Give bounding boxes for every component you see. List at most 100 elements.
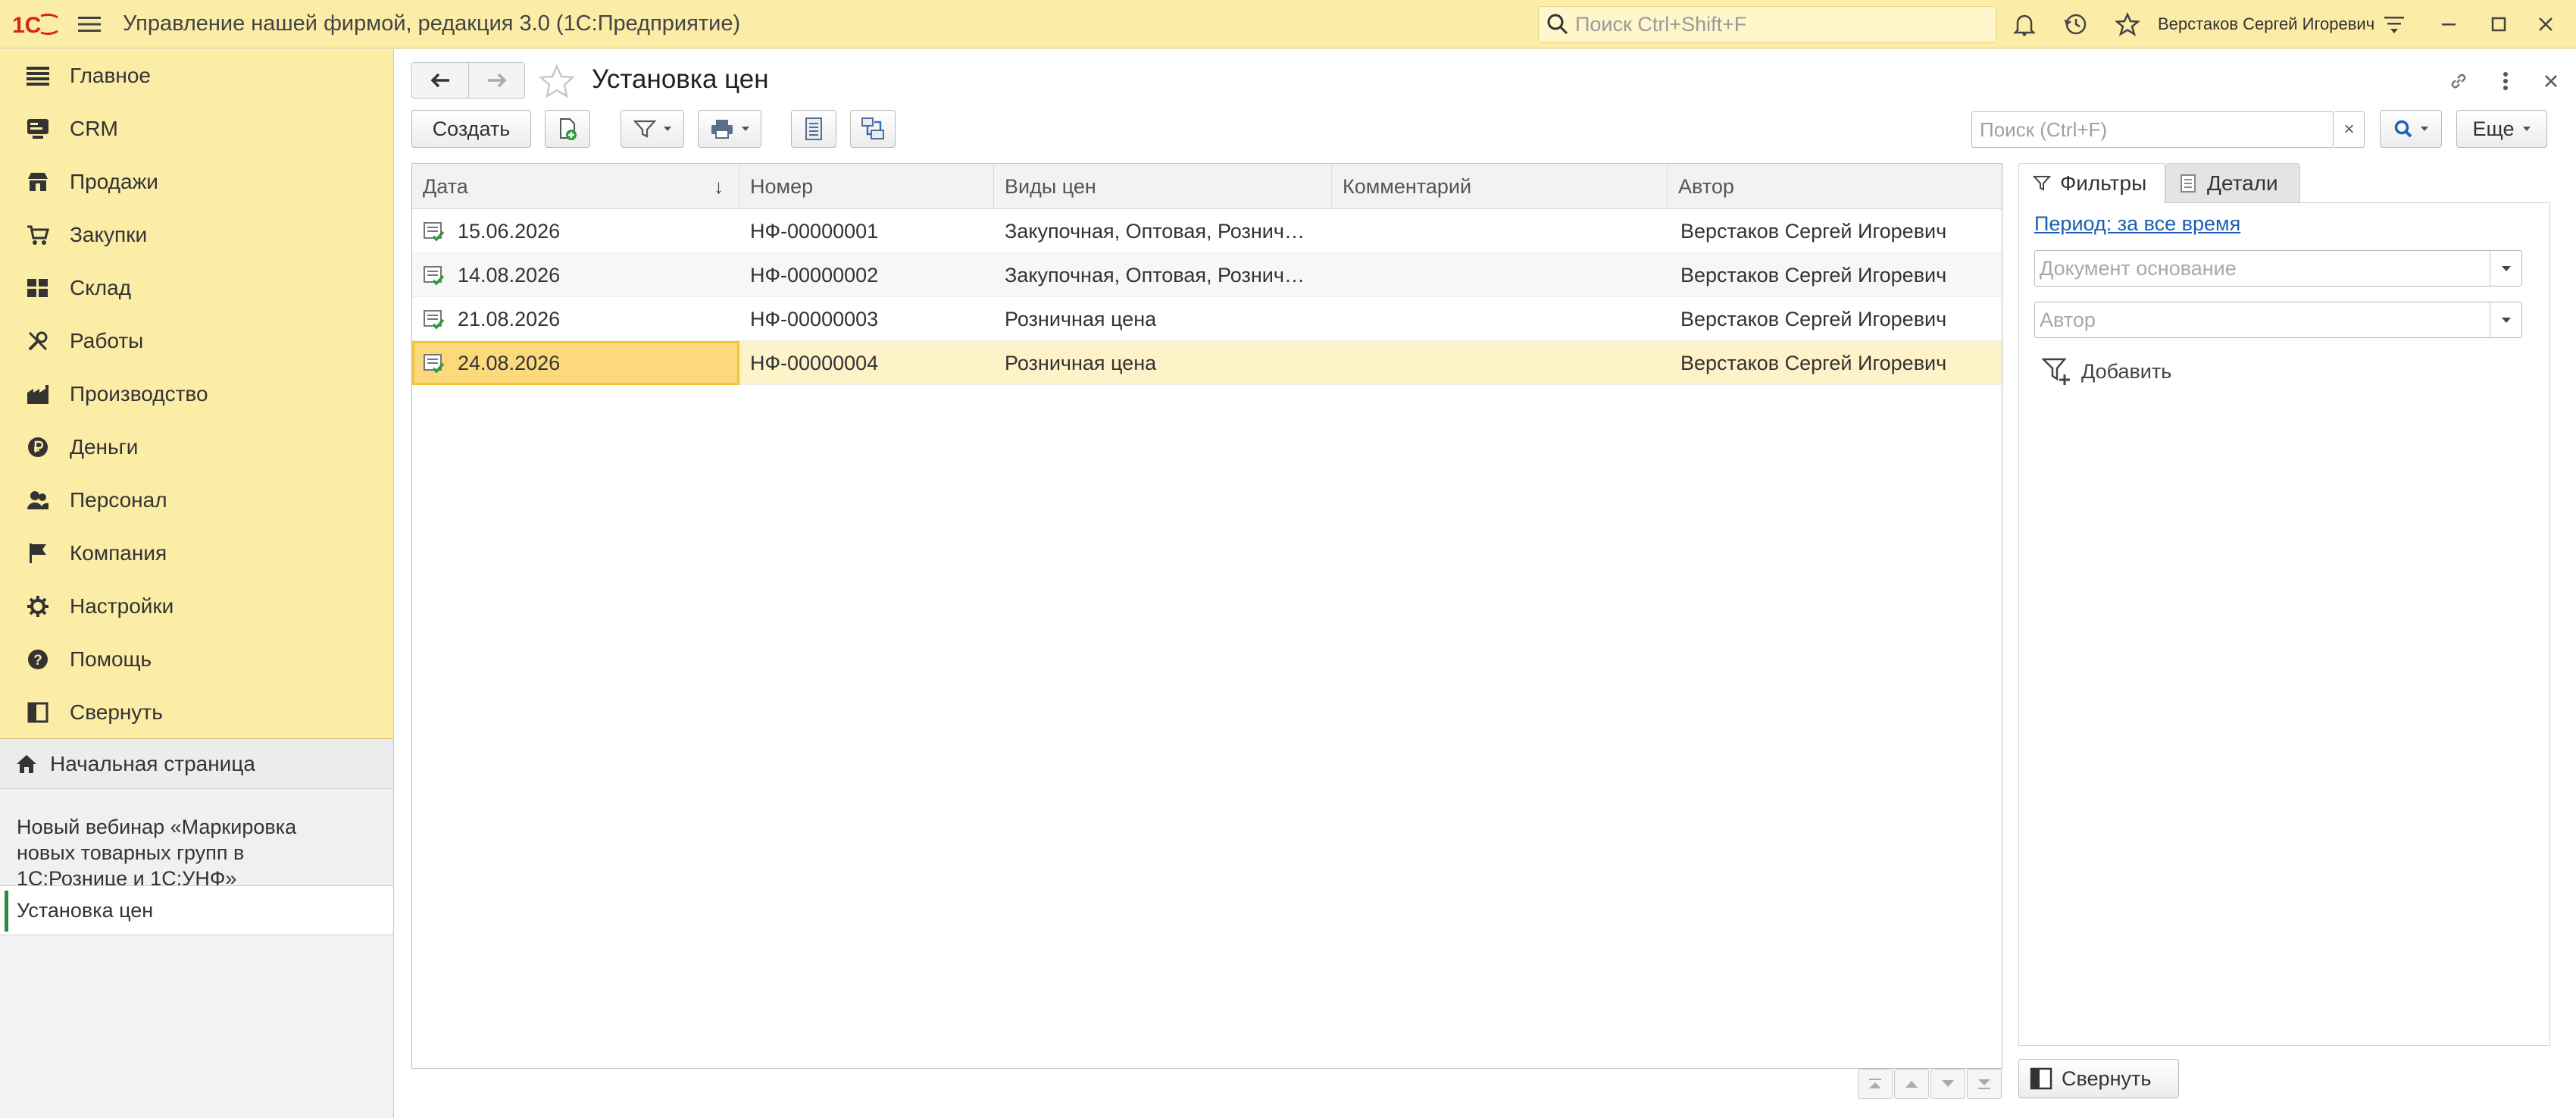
favorite-star-icon[interactable]	[538, 63, 576, 99]
settings-icon[interactable]	[2379, 9, 2409, 39]
cell-comment[interactable]	[1343, 253, 1668, 297]
sidebar-item-label: Персонал	[70, 488, 167, 512]
dropdown-arrow-icon[interactable]	[2490, 302, 2521, 337]
history-icon[interactable]	[2061, 9, 2091, 39]
link-icon[interactable]	[2442, 64, 2475, 98]
cell-comment[interactable]	[1343, 297, 1668, 341]
table-row-selected[interactable]: 24.08.2026 НФ-00000004 Розничная цена Ве…	[412, 341, 2002, 385]
open-window-price-setting[interactable]: Установка цен	[0, 885, 393, 935]
column-header-comment[interactable]: Комментарий	[1332, 164, 1668, 209]
bell-icon[interactable]	[2009, 9, 2040, 39]
print-dropdown-button[interactable]	[698, 110, 761, 148]
column-header-date[interactable]: Дата ↓	[412, 164, 739, 209]
minimize-icon[interactable]	[2434, 9, 2464, 39]
cell-price-types[interactable]: Розничная цена	[1005, 297, 1332, 341]
sidebar-item-main[interactable]: Главное	[0, 49, 393, 102]
filters-panel: Фильтры Детали Период: за все время Доку…	[2018, 163, 2550, 1046]
add-filter-button[interactable]: Добавить	[2042, 356, 2171, 387]
scroll-down-button[interactable]	[1930, 1069, 1965, 1099]
table-row[interactable]: 15.06.2026 НФ-00000001 Закупочная, Оптов…	[412, 209, 2002, 253]
cell-author[interactable]: Верстаков Сергей Игоревич	[1680, 297, 2002, 341]
scroll-to-bottom-button[interactable]	[1967, 1069, 2002, 1099]
create-copy-button[interactable]	[545, 110, 590, 148]
period-link[interactable]: Период: за все время	[2034, 212, 2240, 236]
search-dropdown-button[interactable]	[2380, 110, 2442, 148]
cell-price-types[interactable]: Закупочная, Оптовая, Рознич…	[1005, 209, 1332, 253]
close-form-icon[interactable]	[2534, 64, 2568, 98]
sidebar-item-label: Закупки	[70, 223, 148, 246]
basis-document-field[interactable]: Документ основание	[2034, 250, 2522, 287]
more-actions-button[interactable]: Еще	[2456, 110, 2547, 148]
cell-date[interactable]: 15.06.2026	[412, 209, 739, 253]
table-row[interactable]: 14.08.2026 НФ-00000002 Закупочная, Оптов…	[412, 253, 2002, 297]
column-header-label: Номер	[750, 174, 814, 198]
sidebar-item-company[interactable]: Компания	[0, 527, 393, 580]
sidebar-item-crm[interactable]: CRM	[0, 102, 393, 155]
cell-author[interactable]: Верстаков Сергей Игоревич	[1680, 209, 2002, 253]
webinar-line: Новый вебинар «Маркировка	[17, 816, 297, 838]
table-row[interactable]: 21.08.2026 НФ-00000003 Розничная цена Ве…	[412, 297, 2002, 341]
sidebar-item-label: Помощь	[70, 647, 152, 671]
cell-price-types[interactable]: Розничная цена	[1005, 341, 1332, 385]
app-title: Управление нашей фирмой, редакция 3.0 (1…	[123, 11, 741, 36]
structure-button[interactable]	[850, 110, 896, 148]
scroll-up-button[interactable]	[1894, 1069, 1929, 1099]
cell-price-types[interactable]: Закупочная, Оптовая, Рознич…	[1005, 253, 1332, 297]
cell-number[interactable]: НФ-00000001	[750, 209, 994, 253]
column-header-author[interactable]: Автор	[1668, 164, 2002, 209]
tab-details[interactable]: Детали	[2165, 163, 2300, 202]
column-header-label: Автор	[1678, 174, 1734, 198]
filter-dropdown-button[interactable]	[621, 110, 684, 148]
global-search-input[interactable]: Поиск Ctrl+Shift+F	[1538, 6, 1996, 42]
home-page-link[interactable]: Начальная страница	[0, 739, 393, 789]
list-icon	[23, 61, 53, 91]
collapse-panel-button[interactable]: Свернуть	[2018, 1059, 2179, 1098]
1c-logo[interactable]: 1С	[6, 0, 67, 49]
maximize-icon[interactable]	[2484, 9, 2514, 39]
forward-button[interactable]	[468, 63, 524, 98]
date-value: 21.08.2026	[458, 307, 561, 330]
sidebar-item-label: Производство	[70, 382, 208, 406]
back-button[interactable]	[412, 63, 468, 98]
cell-comment[interactable]	[1343, 341, 1668, 385]
sidebar-item-settings[interactable]: Настройки	[0, 580, 393, 633]
cell-comment[interactable]	[1343, 209, 1668, 253]
column-header-price-types[interactable]: Виды цен	[994, 164, 1332, 209]
sort-descending-icon: ↓	[714, 174, 724, 198]
tab-filters[interactable]: Фильтры	[2018, 163, 2165, 203]
cell-author[interactable]: Верстаков Сергей Игоревич	[1680, 341, 2002, 385]
sidebar-item-collapse[interactable]: Свернуть	[0, 686, 393, 739]
menu-icon[interactable]	[67, 0, 112, 49]
more-vertical-icon[interactable]	[2489, 64, 2522, 98]
sidebar-item-purchases[interactable]: Закупки	[0, 208, 393, 261]
star-icon[interactable]	[2112, 9, 2143, 39]
user-name[interactable]: Верстаков Сергей Игоревич	[2158, 0, 2374, 49]
cell-number[interactable]: НФ-00000003	[750, 297, 994, 341]
cell-date[interactable]: 24.08.2026	[412, 341, 739, 385]
scroll-to-top-button[interactable]	[1858, 1069, 1893, 1099]
sidebar-item-works[interactable]: Работы	[0, 315, 393, 368]
dropdown-arrow-icon[interactable]	[2490, 251, 2521, 286]
search-clear-button[interactable]: ×	[2334, 111, 2365, 148]
sidebar-item-warehouse[interactable]: Склад	[0, 261, 393, 315]
cell-date[interactable]: 14.08.2026	[412, 253, 739, 297]
cell-author[interactable]: Верстаков Сергей Игоревич	[1680, 253, 2002, 297]
list-search-input[interactable]: Поиск (Ctrl+F)	[1971, 111, 2334, 148]
cell-date[interactable]: 21.08.2026	[412, 297, 739, 341]
cart-icon	[23, 220, 53, 250]
people-icon	[23, 485, 53, 515]
copy-document-icon	[556, 117, 579, 141]
author-field[interactable]: Автор	[2034, 302, 2522, 338]
column-header-number[interactable]: Номер	[739, 164, 994, 209]
sidebar-item-production[interactable]: Производство	[0, 368, 393, 421]
sidebar-item-money[interactable]: Деньги	[0, 421, 393, 474]
tab-label: Фильтры	[2060, 171, 2147, 195]
close-icon[interactable]	[2531, 9, 2561, 39]
create-button[interactable]: Создать	[411, 110, 531, 148]
sidebar-item-help[interactable]: ? Помощь	[0, 633, 393, 686]
sidebar-item-staff[interactable]: Персонал	[0, 474, 393, 527]
cell-number[interactable]: НФ-00000002	[750, 253, 994, 297]
cell-number[interactable]: НФ-00000004	[750, 341, 994, 385]
document-list-button[interactable]	[791, 110, 836, 148]
sidebar-item-sales[interactable]: Продажи	[0, 155, 393, 208]
